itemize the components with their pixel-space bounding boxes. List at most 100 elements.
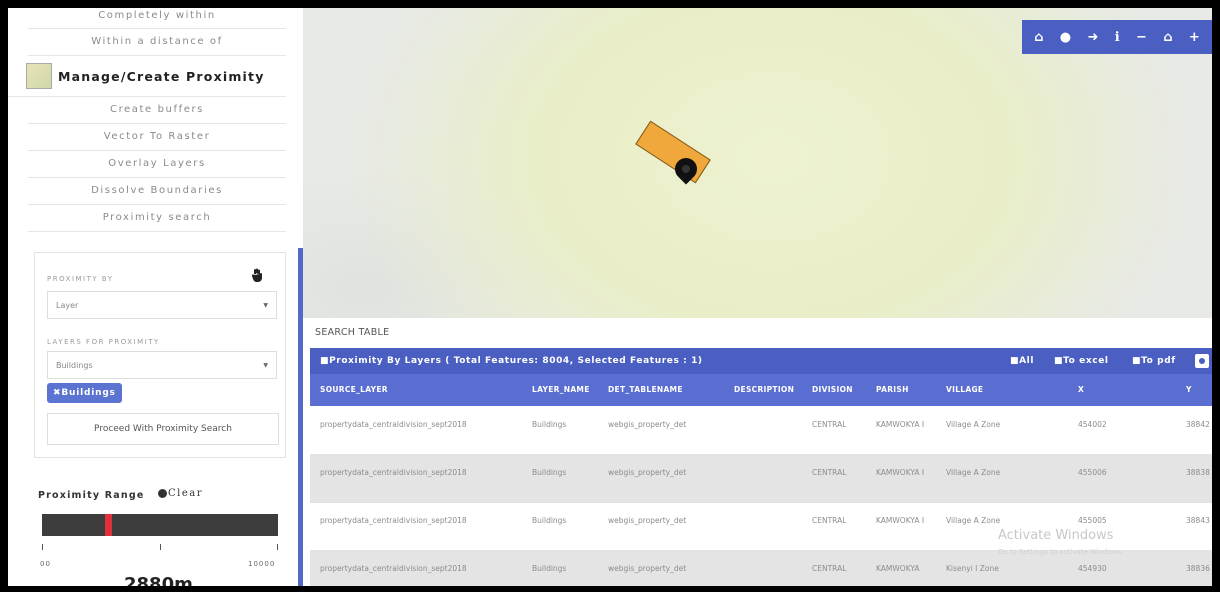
layers-value: Buildings <box>56 361 93 370</box>
section-title: Manage/Create Proximity <box>58 68 265 84</box>
column-header[interactable]: Y <box>1186 374 1192 406</box>
selected-building-feature[interactable] <box>635 120 711 184</box>
column-header[interactable]: VILLAGE <box>946 374 983 406</box>
export-pdf-button[interactable]: ■To pdf <box>1132 348 1176 374</box>
table-cell: Buildings <box>532 468 567 477</box>
chip-label: Buildings <box>61 388 116 398</box>
sidebar: Completely within Within a distance of M… <box>8 8 298 586</box>
table-cell: KAMWOKYA I <box>876 516 925 525</box>
range-slider-track[interactable] <box>42 514 278 536</box>
menu-vector-to-raster[interactable]: Vector To Raster <box>28 124 286 151</box>
table-cell: Village A Zone <box>946 516 1001 525</box>
column-header[interactable]: DESCRIPTION <box>734 374 794 406</box>
share-icon[interactable]: ➜ <box>1087 30 1098 45</box>
table-cell: 38842 <box>1186 420 1210 429</box>
action-label: All <box>1019 356 1035 366</box>
table-cell: propertydata_centraldivision_sept2018 <box>320 468 467 477</box>
table-cell: KAMWOKYA <box>876 564 920 573</box>
table-cell: KAMWOKYA I <box>876 468 925 477</box>
table-cell: 455005 <box>1078 516 1107 525</box>
proceed-button[interactable]: Proceed With Proximity Search <box>47 413 279 445</box>
table-column-header: SOURCE_LAYER LAYER_NAME DET_TABLENAME DESCR… <box>310 374 1212 406</box>
table-cell: webgis_property_det <box>608 516 687 525</box>
range-label: Proximity Range <box>38 490 145 501</box>
proximity-by-label: PROXIMITY BY <box>47 275 114 283</box>
map-marker-center <box>682 165 690 173</box>
table-title-text: Proximity By Layers ( Total Features: 80… <box>329 356 703 366</box>
dropdown-arrow-icon: ▼ <box>263 302 268 309</box>
column-header[interactable]: DIVISION <box>812 374 853 406</box>
slider-tick <box>160 544 161 550</box>
map-toolbar: ⌂ ● ➜ ℹ − ⌂ + <box>1022 20 1212 54</box>
table-cell: Kisenyi I Zone <box>946 564 999 573</box>
clear-label: Clear <box>168 488 204 499</box>
table-settings-icon[interactable] <box>1195 354 1209 368</box>
column-header[interactable]: LAYER_NAME <box>532 374 590 406</box>
proximity-search-panel: PROXIMITY BY Layer ▼ LAYERS FOR PROXIMIT… <box>34 252 286 458</box>
table-row[interactable]: propertydata_centraldivision_sept2018 Bui… <box>310 502 1212 551</box>
table-cell: webgis_property_det <box>608 468 687 477</box>
menu-create-buffers[interactable]: Create buffers <box>28 97 286 124</box>
table-cell: 454002 <box>1078 420 1107 429</box>
activation-watermark-sub: Go to Settings to activate Windows. <box>998 548 1124 556</box>
table-cell: Village A Zone <box>946 420 1001 429</box>
column-header[interactable]: PARISH <box>876 374 909 406</box>
table-cell: Village A Zone <box>946 468 1001 477</box>
table-cell: 454930 <box>1078 564 1107 573</box>
dropdown-arrow-icon: ▼ <box>263 362 268 369</box>
column-header[interactable]: X <box>1078 374 1084 406</box>
home-extent-icon[interactable]: ⌂ <box>1163 30 1172 45</box>
export-excel-button[interactable]: ■To excel <box>1054 348 1109 374</box>
table-cell: 38838 <box>1186 468 1210 477</box>
table-cell: webgis_property_det <box>608 420 687 429</box>
map-thumbnail-icon <box>26 63 52 89</box>
activation-watermark: Activate Windows <box>998 528 1114 543</box>
range-max: 10000 <box>248 560 276 568</box>
search-table-header: SEARCH TABLE <box>303 318 1212 348</box>
range-min: 00 <box>40 560 51 568</box>
hand-cursor-icon <box>251 268 262 282</box>
table-cell: webgis_property_det <box>608 564 687 573</box>
zoom-out-icon[interactable]: − <box>1136 30 1147 45</box>
table-title-bar: ■Proximity By Layers ( Total Features: 8… <box>310 348 1212 374</box>
menu-proximity-search[interactable]: Proximity search <box>28 205 286 232</box>
table-cell: propertydata_centraldivision_sept2018 <box>320 564 467 573</box>
slider-tick <box>277 544 278 550</box>
clear-button[interactable]: Clear <box>158 488 203 499</box>
manage-proximity-header[interactable]: Manage/Create Proximity <box>8 56 286 97</box>
slider-tick <box>42 544 43 550</box>
app-frame: Completely within Within a distance of M… <box>8 8 1212 586</box>
map-view[interactable]: ⌂ ● ➜ ℹ − ⌂ + <box>303 8 1212 318</box>
selected-layer-chip[interactable]: ✖Buildings <box>47 383 122 403</box>
column-header[interactable]: DET_TABLENAME <box>608 374 683 406</box>
table-cell: 455006 <box>1078 468 1107 477</box>
proximity-by-value: Layer <box>56 301 79 310</box>
table-title: ■Proximity By Layers ( Total Features: 8… <box>320 356 703 366</box>
table-cell: KAMWOKYA I <box>876 420 925 429</box>
table-cell: propertydata_centraldivision_sept2018 <box>320 516 467 525</box>
table-row[interactable]: propertydata_centraldivision_sept2018 Bui… <box>310 454 1212 503</box>
menu-overlay-layers[interactable]: Overlay Layers <box>28 151 286 178</box>
table-cell: CENTRAL <box>812 516 847 525</box>
column-header[interactable]: SOURCE_LAYER <box>320 374 388 406</box>
range-slider-handle[interactable] <box>105 514 113 536</box>
table-cell: CENTRAL <box>812 420 847 429</box>
home-icon[interactable]: ⌂ <box>1034 30 1043 45</box>
range-value: 2880m <box>124 574 193 586</box>
proximity-by-select[interactable]: Layer ▼ <box>47 291 277 319</box>
table-cell: CENTRAL <box>812 468 847 477</box>
menu-dissolve-boundaries[interactable]: Dissolve Boundaries <box>28 178 286 205</box>
info-icon[interactable]: ℹ <box>1115 30 1120 45</box>
clear-icon <box>158 489 167 498</box>
menu-completely-within[interactable]: Completely within <box>28 8 286 29</box>
table-cell: 38843 <box>1186 516 1210 525</box>
select-all-button[interactable]: ■All <box>1010 348 1034 374</box>
table-row[interactable]: propertydata_centraldivision_sept2018 Bui… <box>310 406 1212 455</box>
table-cell: CENTRAL <box>812 564 847 573</box>
layers-label: LAYERS FOR PROXIMITY <box>47 338 160 346</box>
zoom-in-icon[interactable]: + <box>1189 30 1200 45</box>
location-pin-icon[interactable]: ● <box>1060 30 1071 45</box>
table-cell: 38836 <box>1186 564 1210 573</box>
layers-select[interactable]: Buildings ▼ <box>47 351 277 379</box>
menu-within-distance[interactable]: Within a distance of <box>28 29 286 56</box>
